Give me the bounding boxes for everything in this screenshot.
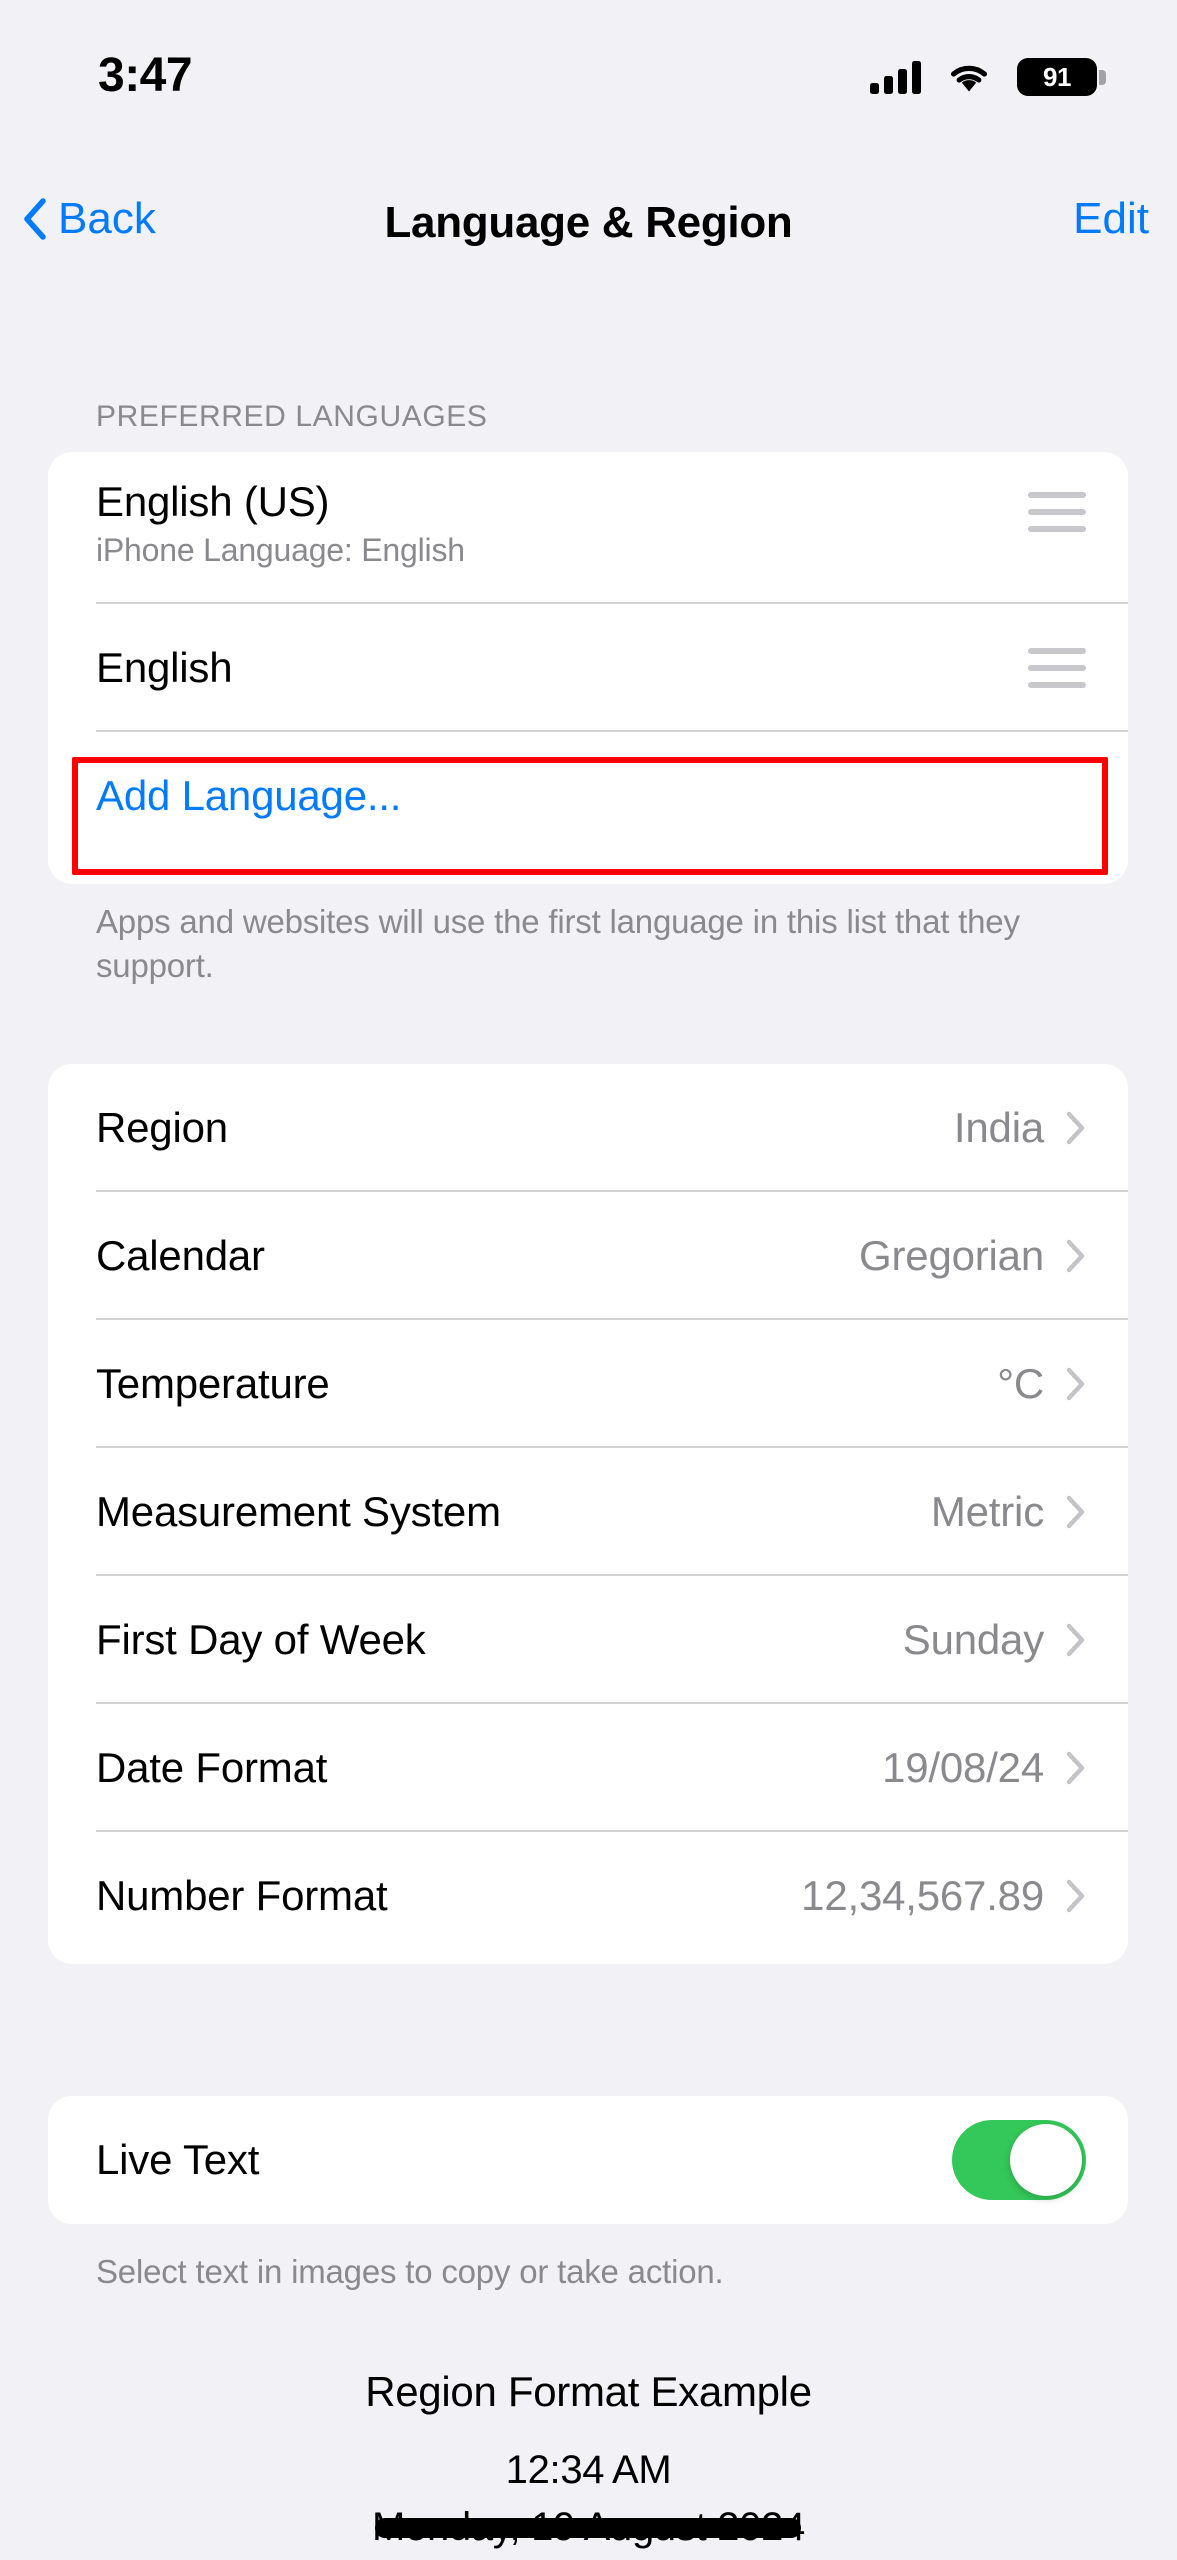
row-value: 19/08/24: [882, 1744, 1044, 1791]
page-title: Language & Region: [384, 198, 793, 247]
preferred-languages-card: English (US) iPhone Language: English En…: [48, 452, 1128, 884]
status-bar-clock: 3:47: [98, 49, 193, 102]
chevron-right-icon: [1044, 1751, 1086, 1785]
live-text-footer: Select text in images to copy or take ac…: [96, 2253, 724, 2290]
row-value: Metric: [930, 1488, 1044, 1535]
iphone-settings-screen: 3:47 91 Back Language & Region Edit PREF…: [0, 0, 1177, 2560]
language-row-english-us[interactable]: English (US) iPhone Language: English: [48, 452, 1128, 604]
toggle-knob: [1010, 2124, 1082, 2196]
add-language-button[interactable]: Add Language...: [48, 732, 1128, 860]
row-label: Temperature: [96, 1360, 330, 1407]
cellular-signal-icon: [870, 60, 921, 94]
preferred-languages-section-header: PREFERRED LANGUAGES: [96, 400, 488, 433]
row-value: India: [953, 1104, 1044, 1151]
settings-row-number-format[interactable]: Number Format 12,34,567.89: [48, 1832, 1128, 1960]
settings-row-measurement-system[interactable]: Measurement System Metric: [48, 1448, 1128, 1576]
row-value: Gregorian: [859, 1232, 1044, 1279]
row-value: 12,34,567.89: [801, 1872, 1044, 1919]
row-label: Region: [96, 1104, 228, 1151]
row-label: Calendar: [96, 1232, 265, 1279]
language-label: English (US): [96, 478, 330, 525]
chevron-right-icon: [1044, 1367, 1086, 1401]
add-language-label: Add Language...: [96, 772, 402, 819]
live-text-toggle[interactable]: [952, 2120, 1086, 2200]
battery-percent-label: 91: [1043, 61, 1071, 92]
settings-row-live-text[interactable]: Live Text: [48, 2096, 1128, 2224]
row-label: First Day of Week: [96, 1616, 426, 1663]
settings-row-first-day-of-week[interactable]: First Day of Week Sunday: [48, 1576, 1128, 1704]
chevron-right-icon: [1044, 1495, 1086, 1529]
row-label: Live Text: [96, 2136, 260, 2183]
chevron-right-icon: [1044, 1879, 1086, 1913]
language-row-english[interactable]: English: [48, 604, 1128, 732]
drag-handle-icon[interactable]: [1028, 648, 1086, 688]
region-format-example-heading: Region Format Example: [365, 2368, 812, 2415]
home-indicator[interactable]: [375, 2518, 801, 2538]
status-bar: 3:47 91: [0, 0, 1177, 150]
row-label: Date Format: [96, 1744, 328, 1791]
edit-button[interactable]: Edit: [1073, 194, 1149, 244]
region-format-example-time-row: 12:34 AM: [0, 2448, 1177, 2493]
language-sublabel: iPhone Language: English: [96, 532, 465, 568]
chevron-right-icon: [1044, 1623, 1086, 1657]
chevron-right-icon: [1044, 1111, 1086, 1145]
battery-icon: 91: [1017, 58, 1106, 96]
navigation-bar: Back Language & Region Edit: [0, 186, 1177, 286]
live-text-card: Live Text: [48, 2096, 1128, 2224]
region-format-example-title: Region Format Example: [0, 2368, 1177, 2416]
region-settings-card: Region India Calendar Gregorian Temperat…: [48, 1064, 1128, 1964]
row-value: °C: [997, 1360, 1044, 1407]
drag-handle-icon[interactable]: [1028, 492, 1086, 532]
row-label: Number Format: [96, 1872, 388, 1919]
wifi-icon: [947, 60, 991, 94]
row-label: Measurement System: [96, 1488, 501, 1535]
settings-row-calendar[interactable]: Calendar Gregorian: [48, 1192, 1128, 1320]
status-bar-icons: 91: [870, 58, 1106, 96]
settings-row-temperature[interactable]: Temperature °C: [48, 1320, 1128, 1448]
settings-row-date-format[interactable]: Date Format 19/08/24: [48, 1704, 1128, 1832]
settings-row-region[interactable]: Region India: [48, 1064, 1128, 1192]
region-format-example-time: 12:34 AM: [505, 2448, 672, 2492]
language-label: English: [96, 644, 233, 691]
preferred-languages-footer: Apps and websites will use the first lan…: [96, 903, 1020, 984]
row-value: Sunday: [902, 1616, 1044, 1663]
chevron-right-icon: [1044, 1239, 1086, 1273]
